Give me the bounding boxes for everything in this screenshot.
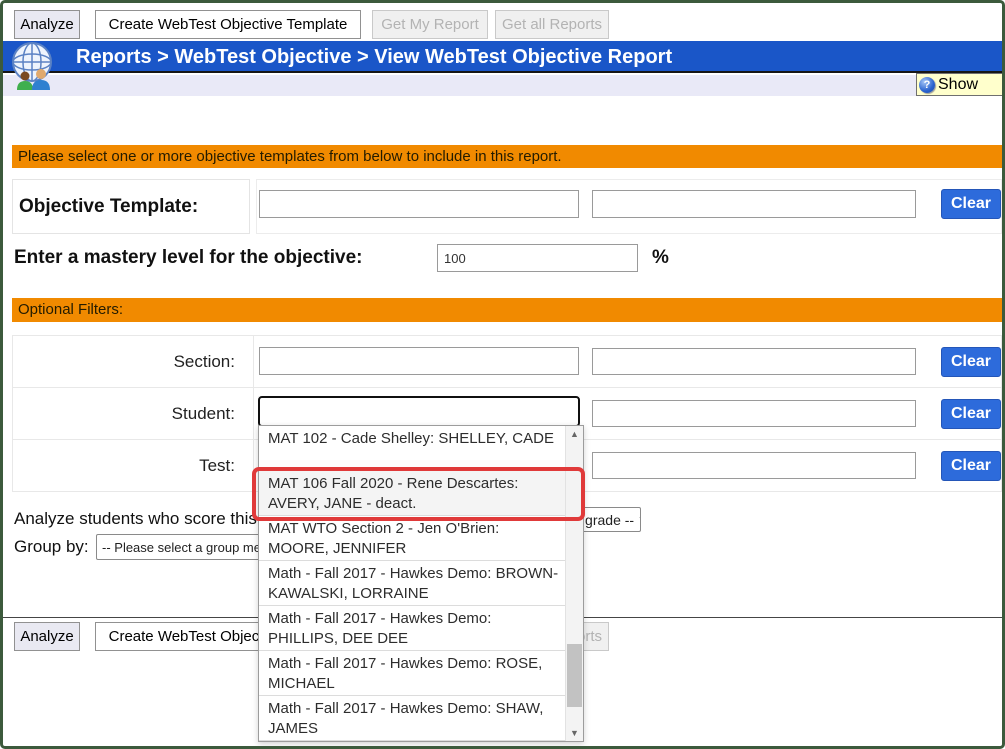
breadcrumb: Reports > WebTest Objective > View WebTe… <box>3 41 1002 73</box>
student-option[interactable]: MAT 102 - Cade Shelley: SHELLEY, CADE <box>259 426 566 471</box>
instruction-banner: Please select one or more objective temp… <box>12 145 1002 168</box>
scroll-up-icon[interactable]: ▲ <box>566 426 583 442</box>
percent-sign: % <box>652 241 669 275</box>
column-divider <box>253 440 254 491</box>
student-option[interactable]: Math - Fall 2017 - Hawkes Demo: PHILLIPS… <box>259 606 566 651</box>
reports-globe-icon <box>8 41 62 94</box>
scrollbar-thumb[interactable] <box>567 644 582 707</box>
student-option[interactable]: Math - Fall 2017 - Hawkes Demo: SHAW, JA… <box>259 696 566 741</box>
group-by-label: Group by: <box>14 534 89 560</box>
bottom-tab-analyze[interactable]: Analyze <box>14 622 80 651</box>
breadcrumb-bar: Reports > WebTest Objective > View WebTe… <box>3 41 1002 73</box>
objective-template-label: Objective Template: <box>12 179 250 234</box>
objective-template-input-1[interactable] <box>259 190 579 218</box>
section-clear-button[interactable]: Clear <box>941 347 1001 377</box>
optional-filters-banner: Optional Filters: <box>12 298 1002 322</box>
column-divider <box>253 388 254 439</box>
show-button[interactable]: ? Show <box>916 73 1002 96</box>
header-substrip <box>3 75 1002 96</box>
student-option[interactable]: MAT WTO Section 2 - Jen O'Brien: MOORE, … <box>259 516 566 561</box>
tab-get-all-reports: Get all Reports <box>495 10 609 39</box>
scroll-down-icon[interactable]: ▼ <box>566 725 583 741</box>
test-clear-button[interactable]: Clear <box>941 451 1001 481</box>
student-option[interactable]: Math - Fall 2017 - Hawkes Demo: ROSE, MI… <box>259 651 566 696</box>
dropdown-scrollbar[interactable]: ▲ ▼ <box>565 426 583 741</box>
tab-analyze[interactable]: Analyze <box>14 10 80 39</box>
mastery-level-label: Enter a mastery level for the objective: <box>14 241 362 275</box>
test-input-2[interactable] <box>592 452 916 479</box>
student-option[interactable]: Math - Fall 2017 - Hawkes Demo: BROWN-KA… <box>259 561 566 606</box>
student-label: Student: <box>13 388 244 439</box>
student-input-1[interactable] <box>258 396 580 427</box>
report-page: Analyze Create WebTest Objective Templat… <box>0 0 1005 749</box>
column-divider <box>253 336 254 387</box>
student-dropdown-list: MAT 102 - Cade Shelley: SHELLEY, CADE MA… <box>258 425 584 742</box>
objective-template-clear-button[interactable]: Clear <box>941 189 1001 219</box>
help-icon: ? <box>919 77 935 93</box>
mastery-level-input[interactable] <box>437 244 638 272</box>
tab-create-webtest-objective-template[interactable]: Create WebTest Objective Template <box>95 10 361 39</box>
show-label: Show <box>938 76 978 94</box>
section-input-2[interactable] <box>592 348 916 375</box>
student-clear-button[interactable]: Clear <box>941 399 1001 429</box>
section-label: Section: <box>13 336 244 387</box>
chevron-down-icon: ∨ <box>638 513 641 527</box>
tab-get-my-report: Get My Report <box>372 10 488 39</box>
objective-template-input-2[interactable] <box>592 190 916 218</box>
section-input-1[interactable] <box>259 347 579 375</box>
student-option-highlighted[interactable]: MAT 106 Fall 2020 - Rene Descartes: AVER… <box>259 471 566 516</box>
student-input-2[interactable] <box>592 400 916 427</box>
top-tab-bar: Analyze Create WebTest Objective Templat… <box>14 10 609 39</box>
test-label: Test: <box>13 440 244 491</box>
